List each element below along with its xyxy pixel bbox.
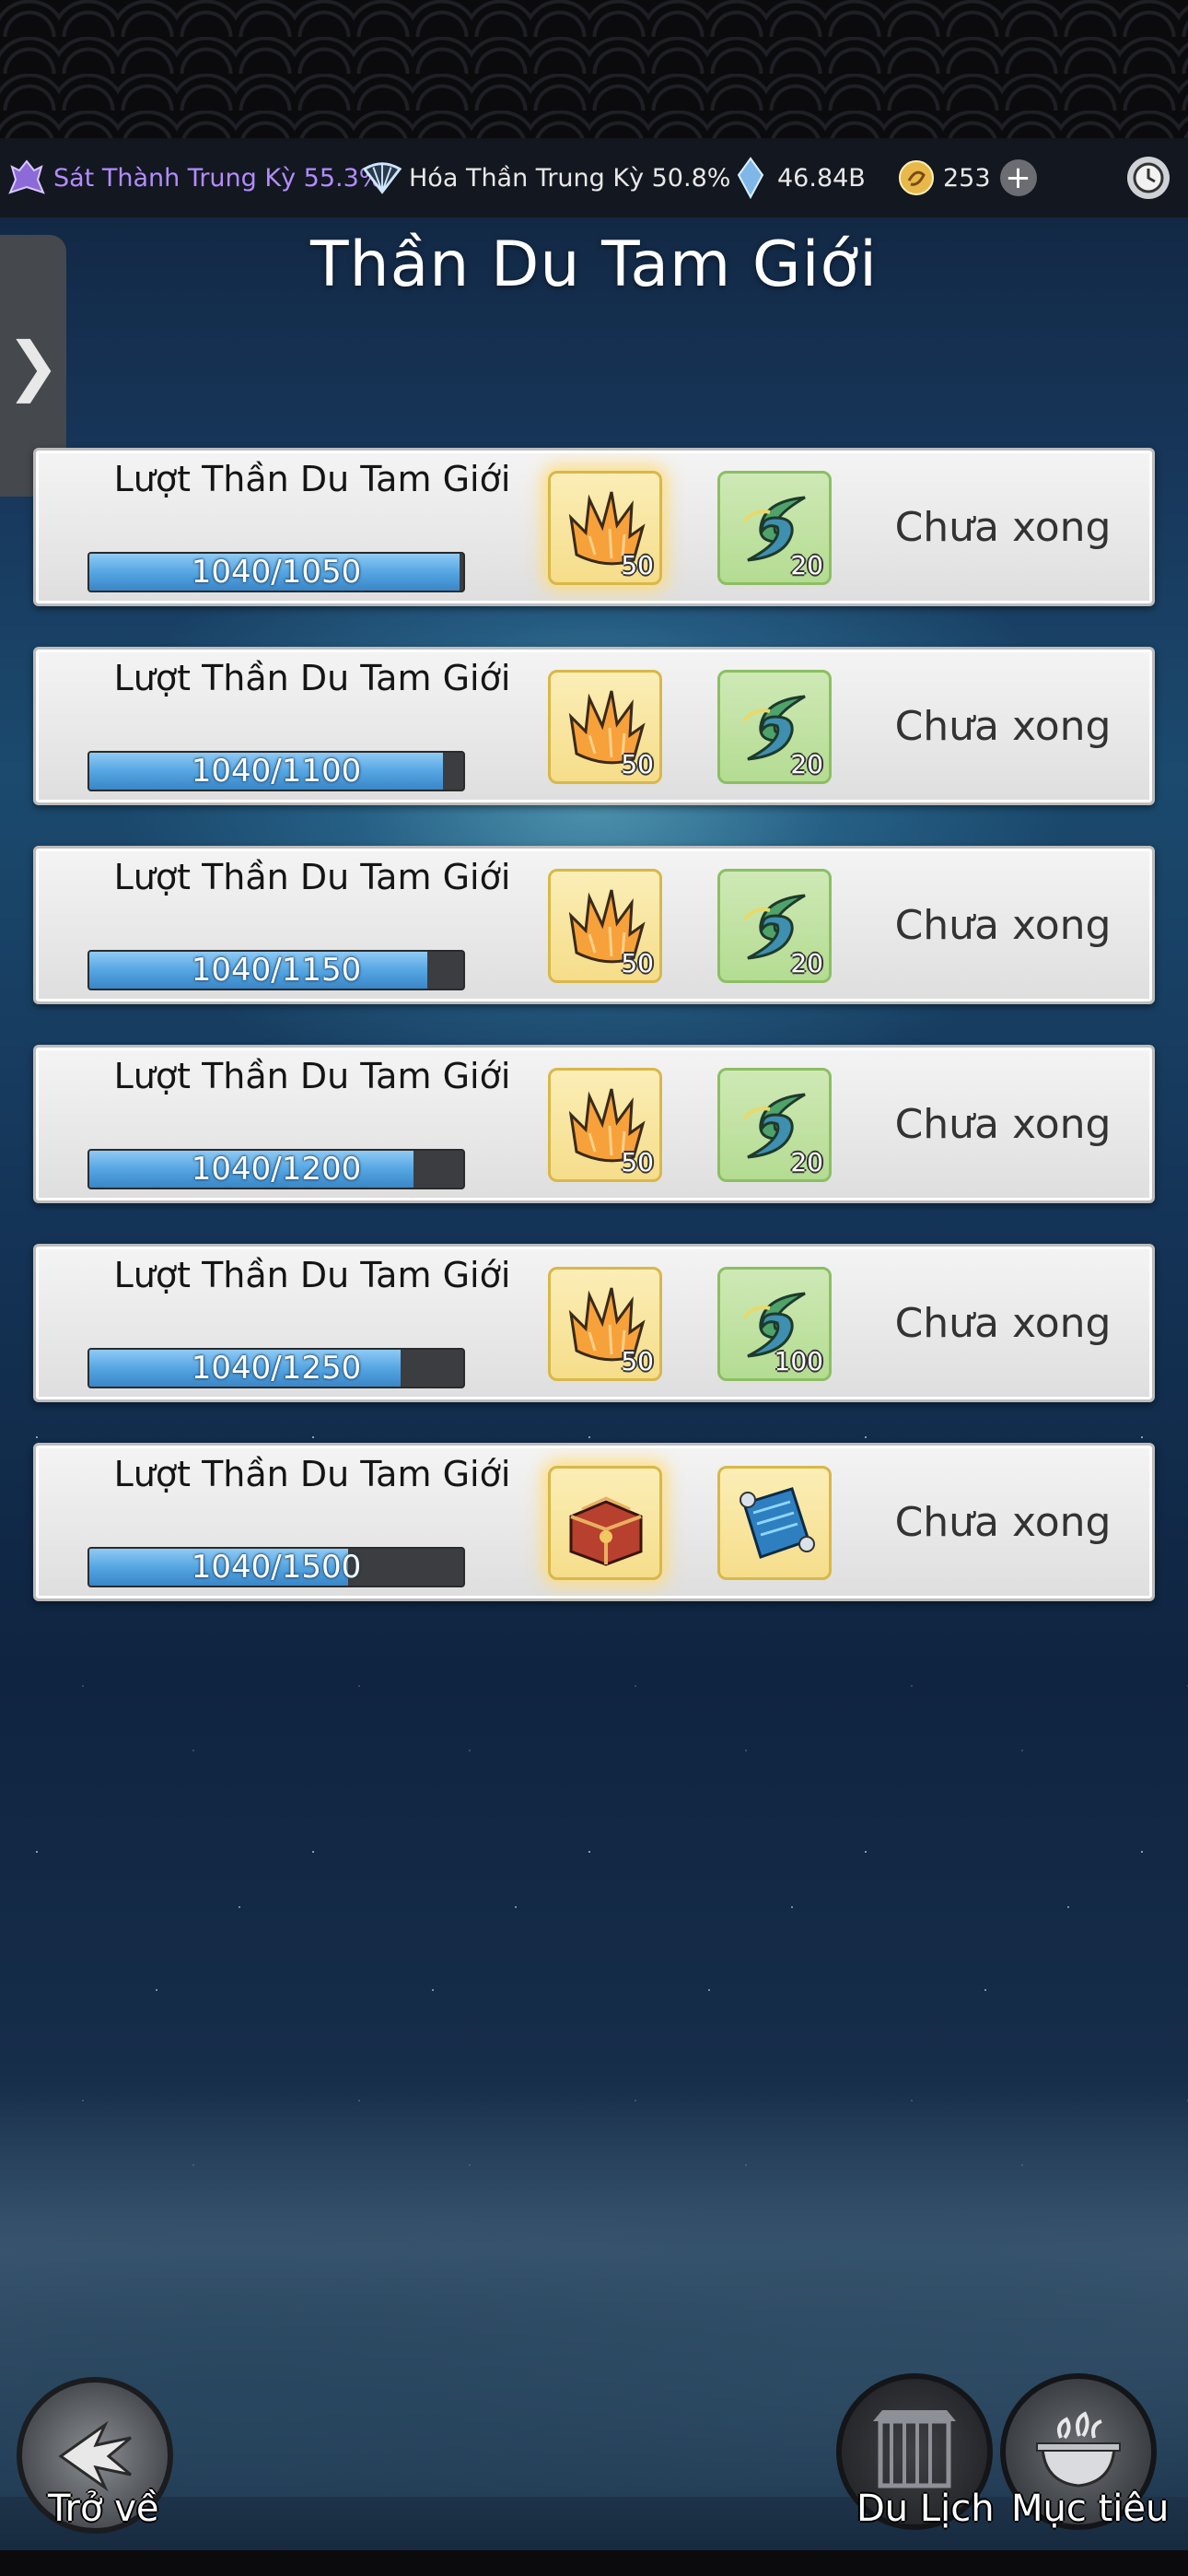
reward-quantity: 50: [621, 1147, 654, 1177]
quest-progress-text: 1040/1100: [191, 753, 362, 790]
back-label: Trở về: [48, 2488, 159, 2530]
coin-currency[interactable]: 253 +: [895, 138, 1037, 217]
quest-progress-bar: 1040/1050: [87, 552, 465, 592]
quest-progress-text: 1040/1250: [191, 1350, 362, 1387]
quest-row-4: Lượt Thần Du Tam Giới 1040/1200 50 20 Ch…: [33, 1045, 1155, 1203]
clock-icon: [1133, 162, 1164, 193]
quest-row-1: Lượt Thần Du Tam Giới 1040/1050 50 20 Ch…: [33, 448, 1155, 606]
clock-button[interactable]: [1127, 157, 1170, 199]
reward-quantity: 50: [621, 1346, 654, 1376]
quest-title: Lượt Thần Du Tam Giới: [113, 1454, 511, 1494]
quest-progress-text: 1040/1150: [191, 952, 362, 989]
quest-status: Chưa xong: [894, 1299, 1112, 1347]
reward-quantity: 100: [774, 1346, 823, 1376]
quest-progress-bar: 1040/1100: [87, 751, 465, 791]
chevron-right-icon: ❯: [6, 328, 61, 404]
cultivation-stat-2-label: Hóa Thần Trung Kỳ 50.8%: [409, 163, 731, 193]
reward-slot-2[interactable]: 20: [717, 471, 832, 585]
reward-slot-2[interactable]: [717, 1466, 832, 1580]
quest-status: Chưa xong: [894, 901, 1112, 949]
add-coin-button[interactable]: +: [999, 159, 1037, 196]
reward-quantity: 20: [790, 1147, 823, 1177]
quest-status: Chưa xong: [894, 1100, 1112, 1148]
reward-slot-1[interactable]: 50: [548, 1068, 662, 1182]
quest-progress-bar: 1040/1200: [87, 1149, 465, 1189]
quest-progress-text: 1040/1500: [191, 1549, 362, 1586]
reward-slot-2[interactable]: 20: [717, 869, 832, 983]
reward-slot-2[interactable]: 20: [717, 1068, 832, 1182]
reward-quantity: 20: [790, 550, 823, 580]
fan-icon: [361, 157, 403, 199]
status-bar: Sát Thành Trung Kỳ 55.3% Hóa Thần Trung …: [0, 138, 1188, 217]
reward-slot-1[interactable]: 50: [548, 1267, 662, 1381]
reward-slot-2[interactable]: 20: [717, 670, 832, 784]
quest-progress-bar: 1040/1500: [87, 1547, 465, 1587]
reward-slot-1[interactable]: 50: [548, 869, 662, 983]
reward-slot-1[interactable]: [548, 1466, 662, 1580]
reward-quantity: 20: [790, 948, 823, 978]
reward-slot-1[interactable]: 50: [548, 670, 662, 784]
cultivation-stat-2[interactable]: Hóa Thần Trung Kỳ 50.8%: [361, 138, 730, 217]
bottom-strip: [0, 2550, 1188, 2576]
top-decor-pattern: [0, 0, 1188, 138]
quest-status: Chưa xong: [894, 702, 1112, 750]
crystal-amount: 46.84B: [777, 163, 866, 193]
travel-label: Du Lịch: [856, 2488, 995, 2530]
crystal-currency[interactable]: 46.84B: [729, 138, 866, 217]
quest-row-6: Lượt Thần Du Tam Giới 1040/1500 Chưa xon…: [33, 1443, 1155, 1601]
coin-icon: [895, 157, 938, 199]
quest-progress-text: 1040/1050: [191, 554, 362, 591]
quest-progress-bar: 1040/1150: [87, 950, 465, 990]
purple-character-icon: [6, 157, 48, 199]
cultivation-stat-1-label: Sát Thành Trung Kỳ 55.3%: [53, 163, 383, 193]
reward-quantity: 50: [621, 550, 654, 580]
quest-title: Lượt Thần Du Tam Giới: [113, 1255, 511, 1295]
quest-title: Lượt Thần Du Tam Giới: [113, 857, 511, 897]
quest-title: Lượt Thần Du Tam Giới: [113, 459, 511, 499]
cultivation-stat-1[interactable]: Sát Thành Trung Kỳ 55.3%: [6, 138, 382, 217]
quest-progress-text: 1040/1200: [191, 1151, 362, 1188]
reward-quantity: 50: [621, 948, 654, 978]
goal-label: Mục tiêu: [1011, 2488, 1170, 2530]
quest-title: Lượt Thần Du Tam Giới: [113, 1056, 511, 1096]
page-title: Thần Du Tam Giới: [310, 228, 878, 301]
coin-amount: 253: [943, 163, 991, 193]
crystal-icon: [729, 157, 772, 199]
reward-slot-1[interactable]: 50: [548, 471, 662, 585]
quest-row-3: Lượt Thần Du Tam Giới 1040/1150 50 20 Ch…: [33, 846, 1155, 1004]
quest-row-2: Lượt Thần Du Tam Giới 1040/1100 50 20 Ch…: [33, 647, 1155, 805]
quest-row-5: Lượt Thần Du Tam Giới 1040/1250 50 100 C…: [33, 1244, 1155, 1402]
quest-progress-bar: 1040/1250: [87, 1348, 465, 1388]
quest-title: Lượt Thần Du Tam Giới: [113, 658, 511, 698]
quest-status: Chưa xong: [894, 503, 1112, 551]
reward-quantity: 50: [621, 749, 654, 779]
reward-slot-2[interactable]: 100: [717, 1267, 832, 1381]
reward-quantity: 20: [790, 749, 823, 779]
quest-status: Chưa xong: [894, 1498, 1112, 1546]
